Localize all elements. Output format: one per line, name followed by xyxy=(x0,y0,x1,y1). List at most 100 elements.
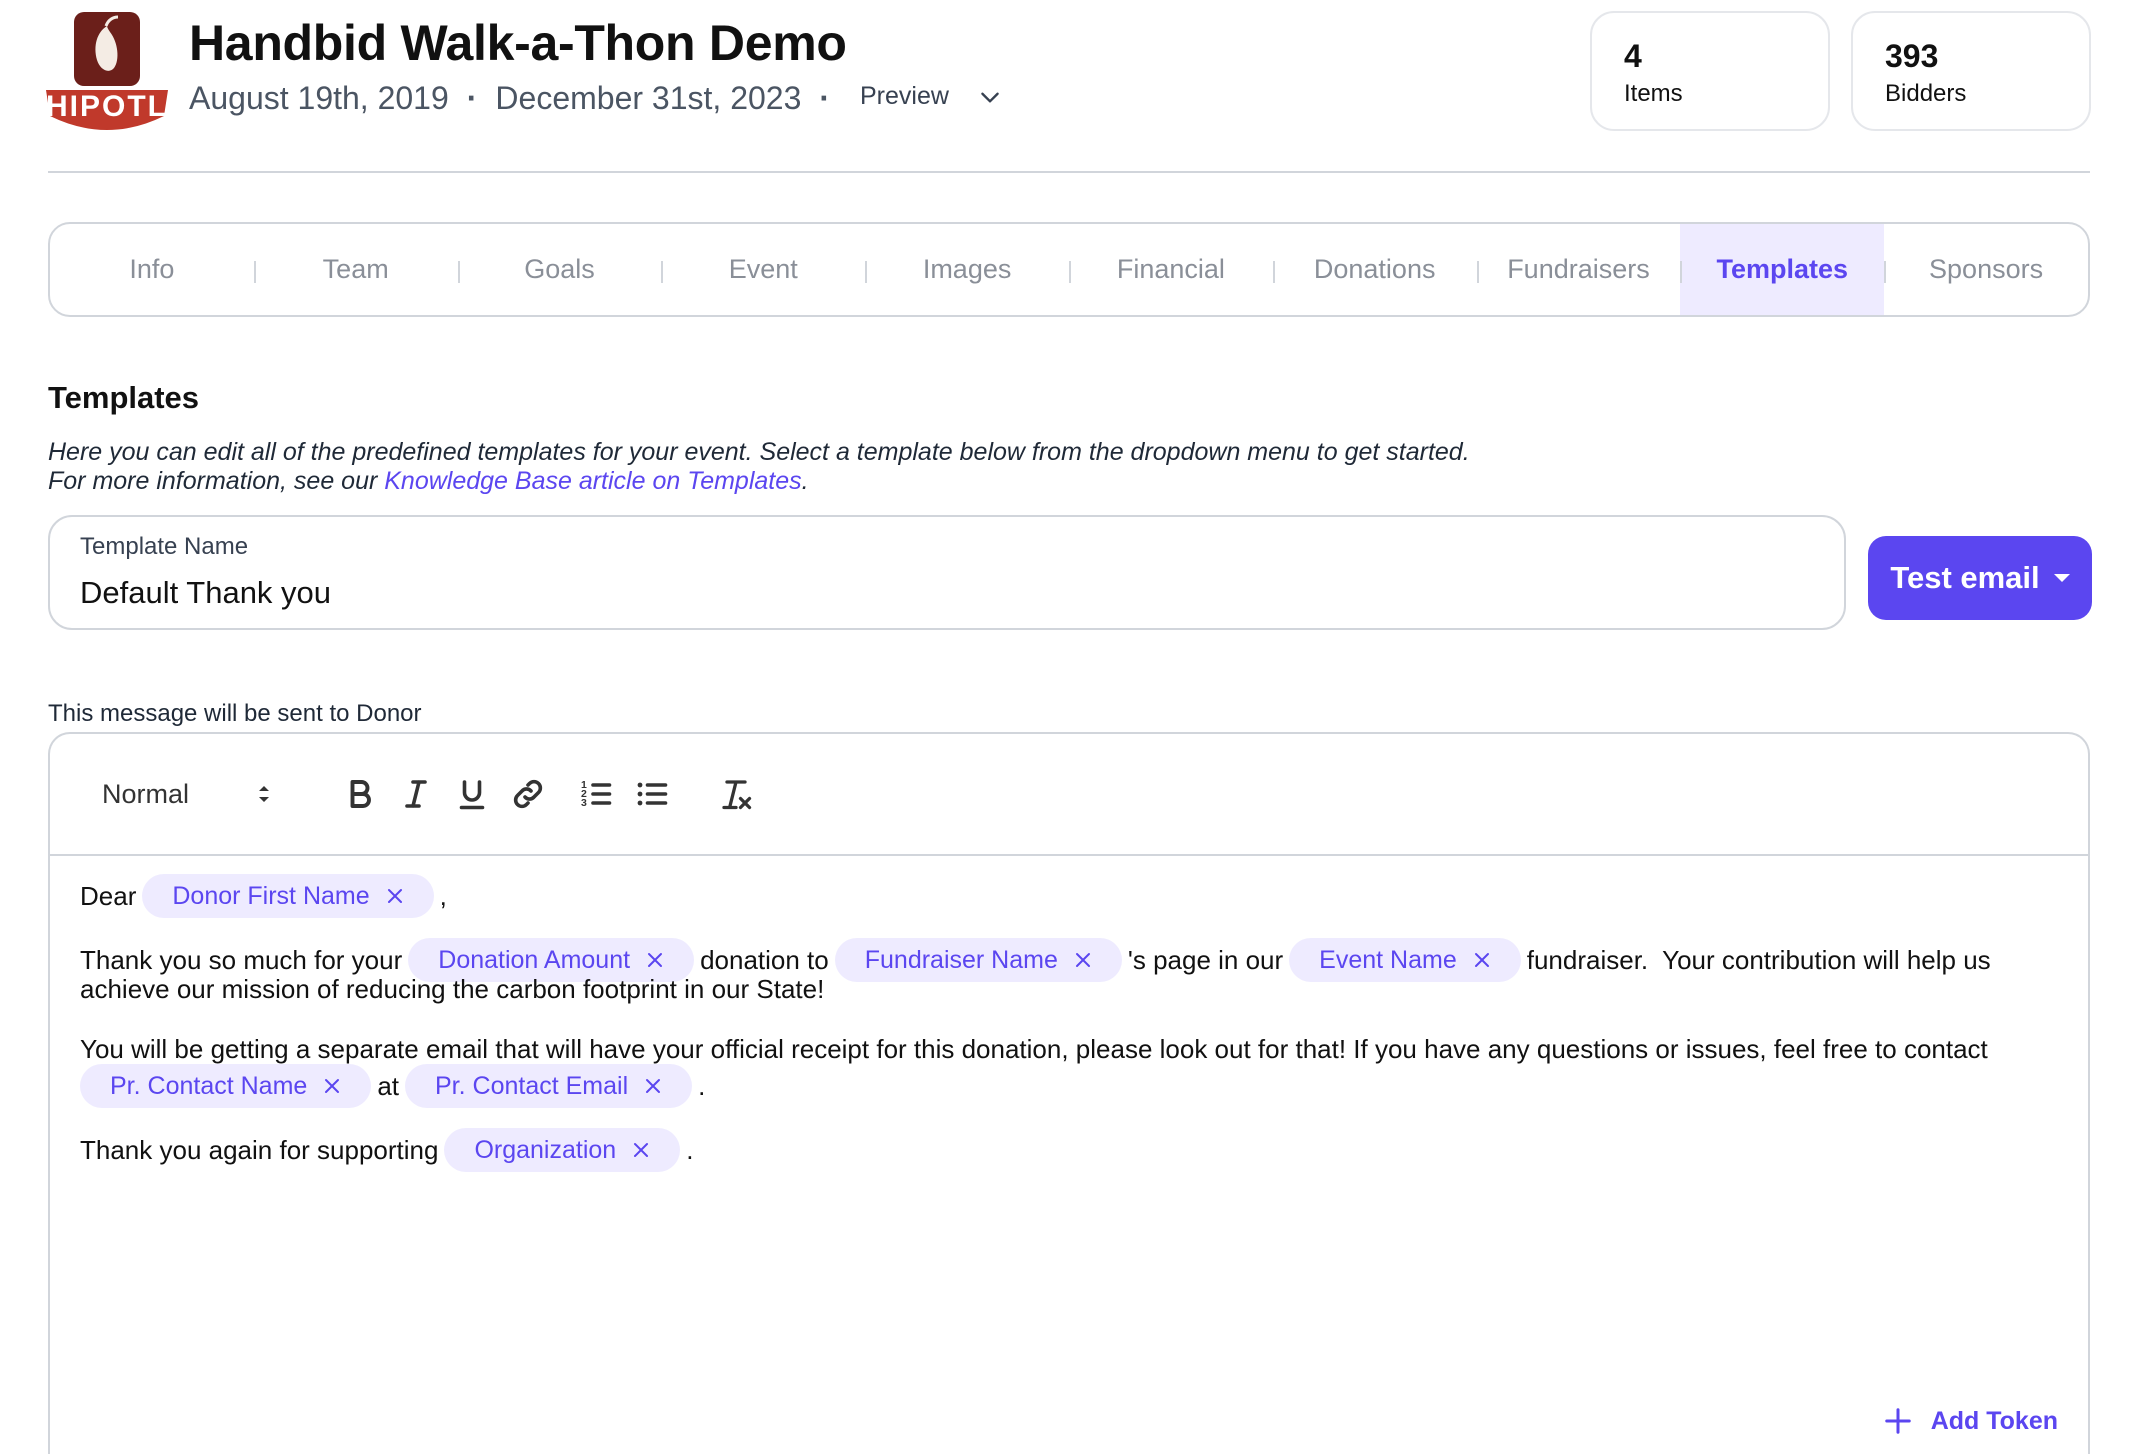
description-line-2: For more information, see our Knowledge … xyxy=(48,467,1470,496)
event-settings-tabs: Info Team Goals Event Images Financial D… xyxy=(48,222,2090,317)
recipient-note: This message will be sent to Donor xyxy=(48,700,422,727)
bold-icon xyxy=(350,780,371,808)
paragraph-2-line-2: achieve our mission of reducing the carb… xyxy=(80,974,825,1004)
tab-team[interactable]: Team xyxy=(253,224,458,315)
template-name-value: Default Thank you xyxy=(80,575,332,610)
close-icon[interactable] xyxy=(644,1077,662,1095)
event-title: Handbid Walk-a-Thon Demo xyxy=(189,15,847,71)
greeting-text: Dear xyxy=(80,880,137,911)
token-label: Donor First Name xyxy=(172,881,370,910)
tab-donations[interactable]: Donations xyxy=(1272,224,1477,315)
p2-text-4: fundraiser. Your contribution will help … xyxy=(1526,944,1991,975)
underline-button[interactable] xyxy=(452,774,492,814)
tab-sponsors[interactable]: Sponsors xyxy=(1884,224,2088,315)
text-format-select[interactable]: Normal xyxy=(102,774,274,814)
section-description: Here you can edit all of the predefined … xyxy=(48,438,1470,496)
p3-at: at xyxy=(377,1070,399,1101)
paragraph-3-line-1: You will be getting a separate email tha… xyxy=(80,1034,1988,1064)
end-date: December 31st, 2023 xyxy=(495,80,802,116)
message-editor: Normal 123 Dear Donor First Name , Thank… xyxy=(48,732,2090,1454)
p4-period: . xyxy=(686,1134,694,1165)
template-name-label: Template Name xyxy=(80,533,249,560)
bullet-list-icon xyxy=(637,782,668,806)
svg-text:3: 3 xyxy=(581,797,587,809)
add-token-button[interactable]: Add Token xyxy=(1883,1406,2058,1436)
bidders-label: Bidders xyxy=(1885,80,1967,108)
date-separator: · xyxy=(819,80,831,116)
test-email-label: Test email xyxy=(1890,560,2040,595)
token-label: Pr. Contact Name xyxy=(110,1071,308,1100)
description-line-1: Here you can edit all of the predefined … xyxy=(48,438,1470,466)
event-dates: August 19th, 2019 · December 31st, 2023 … xyxy=(189,80,848,117)
close-icon[interactable] xyxy=(632,1141,650,1159)
bidders-stat-card[interactable]: 393 Bidders xyxy=(1851,11,2091,131)
format-value: Normal xyxy=(102,778,190,809)
token-contact-email[interactable]: Pr. Contact Email xyxy=(405,1064,693,1108)
ordered-list-icon: 123 xyxy=(581,779,612,809)
tab-event[interactable]: Event xyxy=(661,224,865,315)
template-name-select[interactable]: Template Name Default Thank you xyxy=(48,515,1846,630)
close-icon[interactable] xyxy=(1074,951,1092,969)
bidders-count: 393 xyxy=(1885,38,1939,74)
tab-goals[interactable]: Goals xyxy=(457,224,662,315)
paragraph-4-line: Thank you again for supporting Organizat… xyxy=(80,1128,693,1172)
p4-text: Thank you again for supporting xyxy=(80,1134,439,1165)
items-count: 4 xyxy=(1624,38,1642,74)
token-label: Donation Amount xyxy=(438,945,631,974)
tab-info[interactable]: Info xyxy=(50,224,254,315)
event-logo: HIPOTL xyxy=(46,12,168,132)
description-prefix: For more information, see our xyxy=(48,467,385,495)
close-icon[interactable] xyxy=(1473,951,1491,969)
token-contact-name[interactable]: Pr. Contact Name xyxy=(80,1064,372,1108)
add-token-label: Add Token xyxy=(1930,1406,2058,1435)
close-icon[interactable] xyxy=(323,1077,341,1095)
items-stat-card[interactable]: 4 Items xyxy=(1590,11,1830,131)
preview-label: Preview xyxy=(860,82,949,110)
token-label: Fundraiser Name xyxy=(864,945,1058,974)
tab-images[interactable]: Images xyxy=(865,224,1069,315)
plus-icon xyxy=(1884,1408,1911,1434)
link-icon xyxy=(513,779,543,809)
items-label: Items xyxy=(1624,80,1683,108)
clear-format-icon xyxy=(722,780,752,810)
greeting-line: Dear Donor First Name , xyxy=(80,874,447,918)
close-icon[interactable] xyxy=(646,951,664,969)
up-down-arrows-icon xyxy=(259,786,269,802)
p2-text-3: 's page in our xyxy=(1127,944,1284,975)
link-button[interactable] xyxy=(508,774,548,814)
header-divider xyxy=(48,171,2090,173)
greeting-comma: , xyxy=(439,880,447,911)
token-organization[interactable]: Organization xyxy=(444,1128,681,1172)
italic-icon xyxy=(405,780,427,808)
preview-dropdown[interactable]: Preview xyxy=(860,82,1003,111)
section-title: Templates xyxy=(48,380,200,415)
knowledge-base-link[interactable]: Knowledge Base article on Templates xyxy=(384,467,801,495)
p2-text-2: donation to xyxy=(700,944,829,975)
token-label: Organization xyxy=(474,1135,617,1164)
close-icon[interactable] xyxy=(386,887,404,905)
tab-templates[interactable]: Templates xyxy=(1680,224,1885,315)
date-separator: · xyxy=(466,80,478,116)
token-label: Event Name xyxy=(1319,945,1457,974)
token-fundraiser-name[interactable]: Fundraiser Name xyxy=(834,938,1122,982)
p3-period: . xyxy=(698,1070,706,1101)
description-suffix: . xyxy=(801,467,809,495)
p2-text-1: Thank you so much for your xyxy=(80,944,403,975)
tab-financial[interactable]: Financial xyxy=(1068,224,1273,315)
token-label: Pr. Contact Email xyxy=(435,1071,629,1100)
editor-toolbar: Normal 123 xyxy=(50,734,2088,856)
logo-wordmark: HIPOTL xyxy=(46,90,168,123)
token-donor-first-name[interactable]: Donor First Name xyxy=(142,874,434,918)
token-event-name[interactable]: Event Name xyxy=(1289,938,1521,982)
clear-format-button[interactable] xyxy=(716,774,756,814)
italic-button[interactable] xyxy=(396,774,436,814)
tab-fundraisers[interactable]: Fundraisers xyxy=(1476,224,1681,315)
ordered-list-button[interactable]: 123 xyxy=(576,774,616,814)
start-date: August 19th, 2019 xyxy=(189,80,449,116)
paragraph-3-line-2: Pr. Contact Name at Pr. Contact Email . xyxy=(80,1064,705,1108)
bold-button[interactable] xyxy=(340,774,380,814)
test-email-button[interactable]: Test email xyxy=(1868,536,2092,620)
bullet-list-button[interactable] xyxy=(632,774,672,814)
underline-icon xyxy=(459,780,485,810)
chevron-down-icon xyxy=(981,92,999,103)
